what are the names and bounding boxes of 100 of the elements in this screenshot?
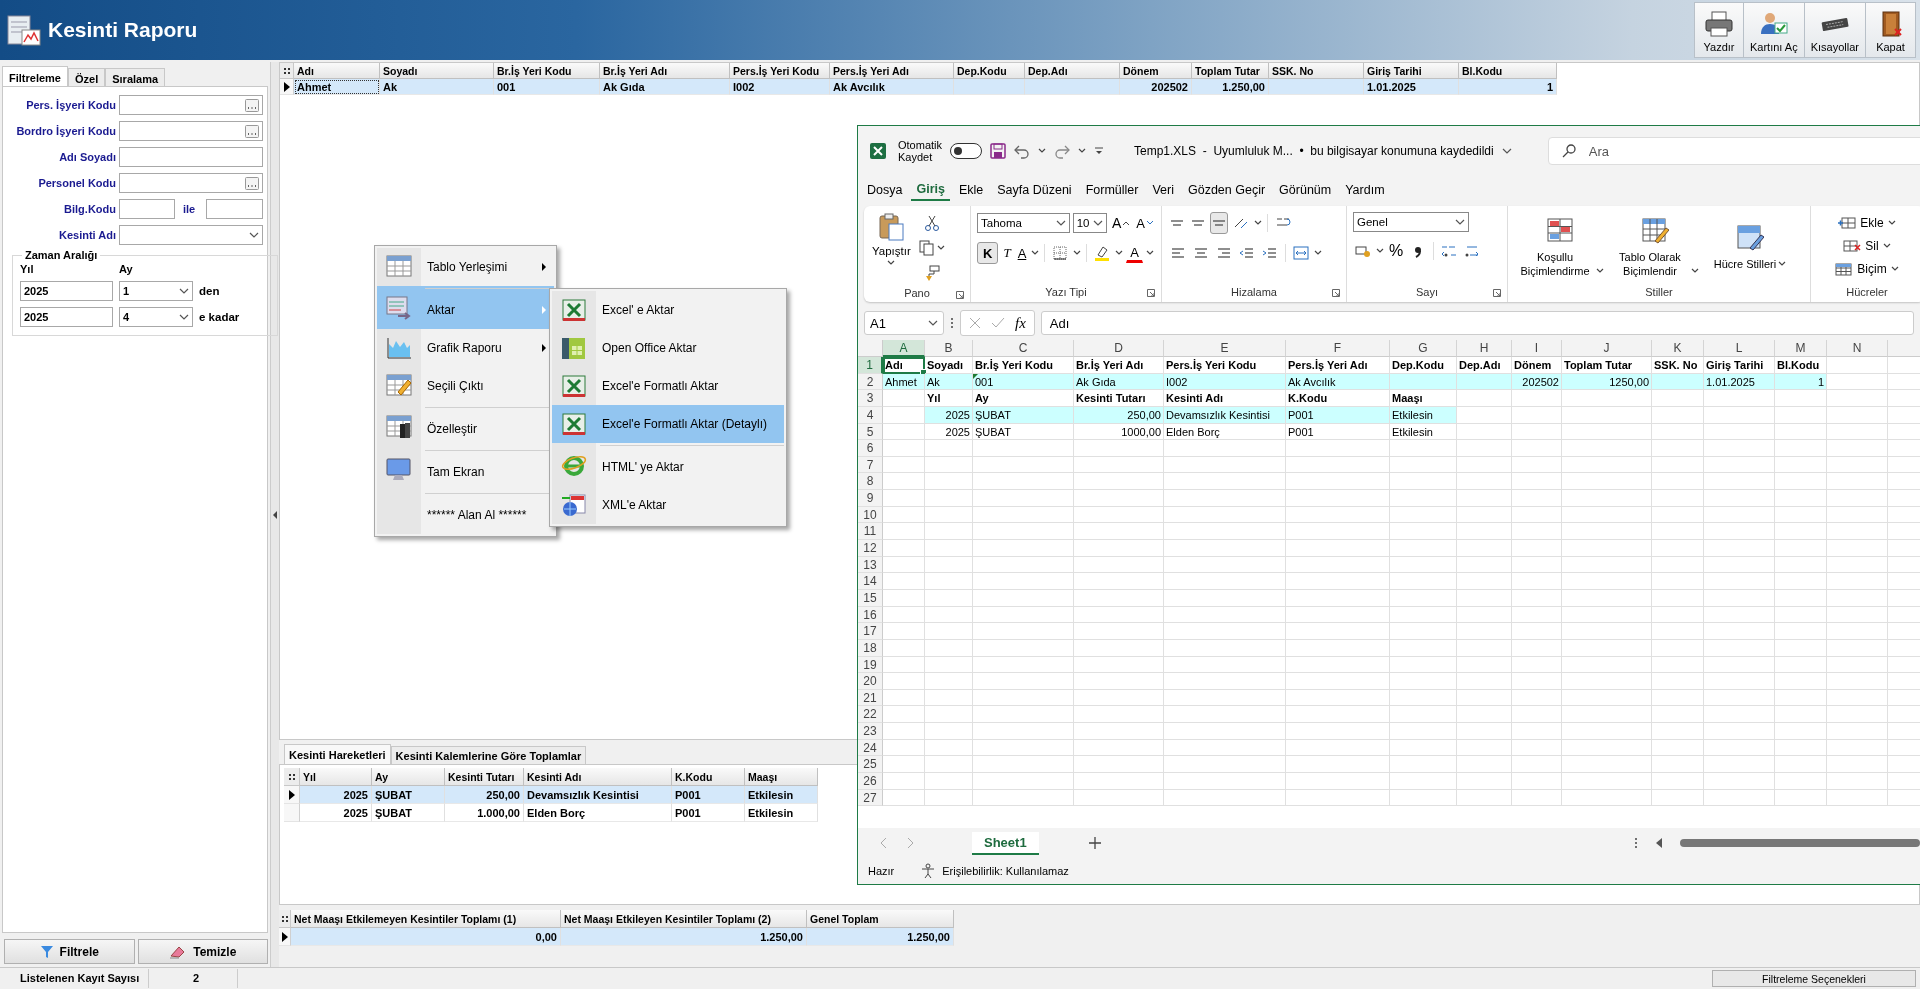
input-field[interactable]: 2025 [20, 281, 113, 301]
toolbar-button[interactable]: Kartını Aç [1744, 2, 1805, 58]
dropdown[interactable]: 1 [119, 281, 193, 301]
italic-button[interactable]: T [1001, 242, 1013, 264]
column-header[interactable]: Dep.Kodu [954, 63, 1025, 79]
column-header[interactable]: G [1390, 340, 1457, 357]
dropdown[interactable] [119, 225, 263, 245]
toggle-switch[interactable] [950, 143, 982, 159]
new-sheet-button[interactable] [1086, 835, 1103, 851]
column-header[interactable]: E [1164, 340, 1286, 357]
input-field[interactable] [119, 199, 175, 219]
ribbon-tab[interactable]: Gözden Geçir [1182, 180, 1271, 200]
column-header[interactable]: Soyadı [380, 63, 494, 79]
column-header[interactable]: Net Maaşı Etkilemeyen Kesintiler Toplamı (1) [291, 910, 561, 928]
ribbon-tab[interactable]: Ekle [953, 180, 989, 200]
cells-button[interactable]: Ekle [1817, 212, 1917, 234]
cells-button[interactable]: Sil [1817, 235, 1917, 257]
column-header[interactable]: Giriş Tarihi [1364, 63, 1459, 79]
row-header[interactable]: 14 [858, 573, 883, 590]
row-header[interactable]: 9 [858, 490, 883, 507]
ribbon-tab[interactable]: Formüller [1080, 180, 1144, 200]
grow-font-button[interactable]: A [1110, 212, 1132, 234]
row-header[interactable]: 12 [858, 540, 883, 557]
percent-button[interactable]: % [1387, 240, 1406, 262]
column-header[interactable]: Maaşı [745, 768, 818, 786]
dropdown[interactable]: 4 [119, 307, 193, 327]
style-button[interactable]: Tablo Olarak Biçimlendir [1609, 216, 1701, 278]
column-header[interactable]: M [1775, 340, 1827, 357]
format-dropdown[interactable]: Genel [1353, 212, 1469, 232]
column-header[interactable]: Kesinti Adı [524, 768, 672, 786]
menu-item[interactable]: Open Office Aktar [552, 329, 784, 367]
action-button[interactable]: Filtrele [4, 939, 135, 964]
input-field[interactable]: 2025 [20, 307, 113, 327]
column-header[interactable]: L [1704, 340, 1775, 357]
ribbon-tab[interactable]: Sayfa Düzeni [992, 180, 1077, 200]
column-header[interactable]: Pers.İş Yeri Kodu [730, 63, 830, 79]
column-header[interactable]: SSK. No [1269, 63, 1364, 79]
paste-button[interactable]: Yapıştır [870, 212, 913, 284]
row-header[interactable]: 26 [858, 773, 883, 790]
column-header[interactable]: J [1562, 340, 1652, 357]
column-header[interactable]: Br.İş Yeri Kodu [494, 63, 600, 79]
row-header[interactable]: 3 [858, 390, 883, 407]
input-field[interactable] [119, 147, 263, 167]
toolbar-button[interactable]: Yazdır [1694, 2, 1744, 58]
underline-button[interactable]: A [1015, 242, 1029, 264]
column-header[interactable]: Toplam Tutar [1192, 63, 1269, 79]
menu-item[interactable]: Excel'e Formatlı Aktar [552, 367, 784, 405]
action-button[interactable]: Temizle [137, 939, 268, 964]
column-header[interactable]: Net Maaşı Etkileyen Kesintiler Toplamı (2) [561, 910, 807, 928]
size-dropdown[interactable]: 10 [1072, 213, 1107, 233]
scrollbar-thumb[interactable] [1680, 839, 1920, 847]
input-field[interactable] [119, 173, 263, 193]
input-field[interactable] [206, 199, 263, 219]
column-header[interactable]: Bl.Kodu [1459, 63, 1557, 79]
row-header[interactable]: 1 [858, 357, 883, 374]
column-header[interactable]: I [1512, 340, 1562, 357]
cells-button[interactable]: Biçim [1817, 258, 1917, 280]
toolbar-button[interactable]: Kısayollar [1804, 2, 1866, 58]
column-header[interactable]: K [1652, 340, 1704, 357]
row-header[interactable]: 20 [858, 673, 883, 690]
column-header[interactable]: F [1286, 340, 1390, 357]
ribbon-tab[interactable]: Dosya [862, 180, 908, 200]
row-header[interactable]: 17 [858, 623, 883, 640]
options-button[interactable]: Filtreleme Seçenekleri [1712, 970, 1916, 987]
column-header[interactable]: Ay [372, 768, 445, 786]
column-header[interactable]: Adı [294, 63, 380, 79]
tab[interactable]: Filtreleme [2, 66, 68, 86]
menu-item[interactable]: Excel'e Formatlı Aktar (Detaylı) [552, 405, 784, 443]
row-header[interactable]: 8 [858, 473, 883, 491]
tab[interactable]: Kesinti Hareketleri [284, 744, 391, 764]
name-box[interactable]: A1 [864, 311, 944, 335]
menu-item[interactable]: HTML' ye Aktar [552, 443, 784, 486]
tab[interactable]: Özel [67, 68, 106, 86]
tab[interactable]: Kesinti Kalemlerine Göre Toplamlar [390, 746, 587, 764]
column-header[interactable]: Dönem [1120, 63, 1192, 79]
menu-item[interactable]: XML'e Aktar [552, 486, 784, 524]
column-header[interactable]: Pers.İş Yeri Adı [830, 63, 954, 79]
shrink-font-button[interactable]: A [1134, 212, 1155, 234]
column-header[interactable]: H [1457, 340, 1512, 357]
column-header[interactable]: C [973, 340, 1074, 357]
search-field[interactable]: Ara [1547, 137, 1920, 165]
column-header[interactable]: B [925, 340, 973, 357]
sheet-tab[interactable]: Sheet1 [972, 831, 1039, 855]
column-header[interactable]: A [883, 340, 925, 357]
formula-field[interactable]: Adı [1040, 311, 1914, 335]
row-header[interactable]: 23 [858, 723, 883, 740]
ribbon-tab[interactable]: Giriş [911, 179, 950, 201]
function-button[interactable]: fx [1015, 314, 1026, 332]
column-header[interactable]: Br.İş Yeri Adı [600, 63, 730, 79]
ribbon-tab[interactable]: Görünüm [1274, 180, 1337, 200]
style-button[interactable]: Hücre Stilleri [1704, 223, 1796, 271]
bold-button[interactable]: K [977, 242, 999, 264]
row-header[interactable]: 25 [858, 756, 883, 773]
input-field[interactable] [119, 121, 263, 141]
menu-item[interactable]: Excel' e Aktar [552, 291, 784, 329]
column-header[interactable]: Dep.Adı [1025, 63, 1120, 79]
align-bottom-button[interactable] [1210, 212, 1228, 234]
row-header[interactable]: 22 [858, 706, 883, 724]
font-color-button[interactable]: A [1126, 243, 1143, 263]
ribbon-tab[interactable]: Yardım [1340, 180, 1390, 200]
